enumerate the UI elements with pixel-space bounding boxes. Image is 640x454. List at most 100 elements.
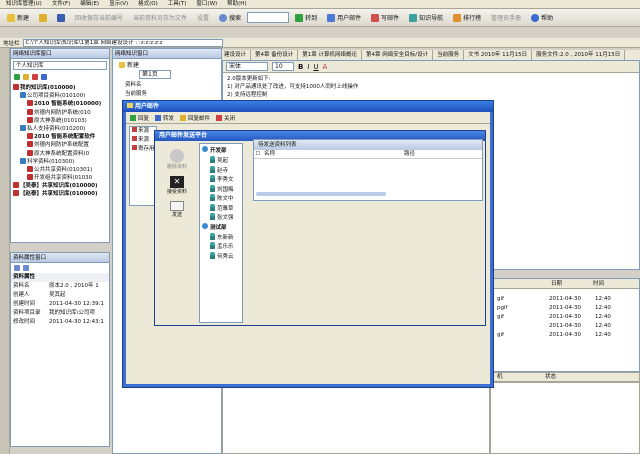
open-button[interactable] <box>35 11 51 24</box>
menu-item[interactable]: 帮助(H) <box>227 0 246 9</box>
tree-node[interactable]: 2010 智能系统配置软件 <box>13 133 109 141</box>
mail-folder-label: 寄存用 <box>138 146 155 152</box>
document-tab[interactable]: 当前服务 <box>433 50 465 60</box>
person-node[interactable]: 李秀文 <box>202 175 242 185</box>
tree-node[interactable]: 原大神系统配置资料(0 <box>13 149 109 158</box>
tree-node[interactable]: 【吴泰】共享知识库(010000) <box>13 182 109 190</box>
dialog-tool-button[interactable]: 转发 <box>155 114 174 122</box>
delete-data-button[interactable]: 删除资料 <box>157 149 197 170</box>
name-column[interactable]: 名称 <box>262 150 402 158</box>
document-tab[interactable]: 第1章 计算机网络概论 <box>298 50 363 60</box>
send-button[interactable]: 发送 <box>157 201 197 218</box>
menu-item[interactable]: 显示(V) <box>109 0 128 9</box>
tool-icon <box>180 114 187 121</box>
person-node[interactable]: 何秀云 <box>202 251 242 262</box>
time-column[interactable]: 时间 <box>583 279 623 288</box>
attach-row[interactable]: pgif 2011-04-30 12:40 <box>491 304 639 313</box>
search-button[interactable]: 搜索 <box>215 11 245 24</box>
knowledge-item[interactable]: 当前服务 <box>125 90 221 99</box>
font-select[interactable]: 宋体 <box>226 62 268 71</box>
recipient-tree: 开发部 吴起 赵寺 李秀文 刘国梅 陈文中 范雅草 张文强 测试部 东新新 孟乐乐 何秀云 <box>199 143 243 323</box>
tree-node[interactable]: 刘德内网防护系统(010 <box>13 108 109 117</box>
document-tab[interactable]: 第4章 网络安全目标/设计 <box>362 50 434 60</box>
attach-row[interactable]: gif 2011-04-30 12:40 <box>491 313 639 322</box>
group-node[interactable]: 测试部 <box>202 222 242 233</box>
document-tab[interactable]: 第4章 备份设计 <box>251 50 299 60</box>
write-mail-button[interactable]: 写邮件 <box>367 11 403 24</box>
tree-node[interactable]: 2010 智能系统(010000) <box>13 100 109 108</box>
list-icon[interactable] <box>23 265 29 271</box>
menu-item[interactable]: 工具(T) <box>168 0 187 9</box>
bold-button[interactable]: B <box>298 63 303 71</box>
mail-folder[interactable]: 来源 <box>130 127 156 136</box>
refresh-icon[interactable] <box>41 74 47 80</box>
person-node[interactable]: 赵寺 <box>202 165 242 176</box>
menu-item[interactable]: 窗口(W) <box>196 0 217 9</box>
settings-button[interactable]: 设置 <box>193 11 213 24</box>
menu-item[interactable]: 编辑(E) <box>80 0 99 9</box>
help-button[interactable]: 帮助 <box>527 11 557 24</box>
tree-node[interactable]: 我的知识库(010000) <box>13 84 109 92</box>
tree-node[interactable]: 开发组共享资料(01030 <box>13 174 109 182</box>
knowledge-nav-button[interactable]: 知识导航 <box>405 11 447 24</box>
library-combo[interactable]: 个人知识库 <box>13 61 107 70</box>
tree-node[interactable]: 公共共享资料(010301) <box>13 165 109 174</box>
dialog-tool-button[interactable]: 关闭 <box>216 114 235 122</box>
new-button[interactable]: 新建 <box>3 11 33 24</box>
document-tab[interactable]: 建设设计 <box>220 50 252 60</box>
edit-icon[interactable] <box>23 74 29 80</box>
receive-data-button[interactable]: ✕ 接受资料 <box>157 176 197 195</box>
person-node[interactable]: 东新新 <box>202 232 242 243</box>
person-node[interactable]: 吴起 <box>202 156 242 166</box>
user-mail-button[interactable]: 用户邮件 <box>323 11 365 24</box>
person-node[interactable]: 刘国梅 <box>202 184 242 195</box>
goto-button[interactable]: 转到 <box>291 11 321 24</box>
tree-node[interactable]: 【赵泰】共享知识库(010000) <box>13 190 109 198</box>
save-as-button[interactable]: 当前资料另存为文件 <box>129 11 191 24</box>
search-input[interactable] <box>247 12 290 23</box>
menu-item[interactable]: 格式(O) <box>138 0 158 9</box>
tree-node[interactable]: 私人支持资料(010200) <box>13 124 109 133</box>
attach-row[interactable]: gif 2011-04-30 12:40 <box>491 331 639 340</box>
person-node[interactable]: 张文强 <box>202 213 242 223</box>
manual-button[interactable]: 管理员手册 <box>487 11 525 24</box>
person-node[interactable]: 孟乐乐 <box>202 242 242 252</box>
menu-item[interactable]: 文件(F) <box>52 0 70 9</box>
path-column[interactable]: 路径 <box>402 150 415 158</box>
checkbox-column[interactable]: ☐ <box>254 150 262 158</box>
size-select[interactable]: 10 <box>272 62 294 71</box>
mail-folder[interactable]: 寄存用 <box>130 145 156 154</box>
attach-header: 日期 时间 <box>491 279 639 289</box>
document-tab[interactable]: 服务文件:2.0 , 2010年 11月15日 <box>532 50 626 60</box>
attach-row[interactable]: 2011-04-30 12:40 <box>491 322 639 331</box>
knowledge-item[interactable]: 资料名 <box>125 81 221 90</box>
mid-new-button[interactable]: 新建 <box>115 58 143 71</box>
dialog-tool-button[interactable]: 回复邮件 <box>180 114 210 122</box>
date-column[interactable]: 日期 <box>541 279 583 288</box>
tree-node[interactable]: 科学资料(010300) <box>13 157 109 166</box>
rank-button[interactable]: 排行榜 <box>449 11 485 24</box>
delete-icon[interactable] <box>32 74 38 80</box>
document-tab[interactable]: 文书 2010年 11月15日 <box>464 50 533 60</box>
group-node[interactable]: 开发部 <box>202 146 242 156</box>
horizontal-scrollbar[interactable] <box>256 192 386 196</box>
tree-node[interactable]: 原大神系统(010103) <box>13 116 109 125</box>
attach-row[interactable]: gif 2011-04-30 12:40 <box>491 295 639 304</box>
sort-icon[interactable] <box>14 265 20 271</box>
color-button[interactable]: A <box>323 63 328 71</box>
save-button[interactable] <box>53 11 69 24</box>
address-input[interactable]: C:\个人知识库\知识库\1第1章 网络建设设计 : :z:z:z:z:z <box>22 38 223 47</box>
add-icon[interactable] <box>14 74 20 80</box>
tree-node[interactable]: 刘德内网防护系统配置 <box>13 141 109 149</box>
menu-item[interactable]: 知识库管理(U) <box>6 0 42 9</box>
italic-button[interactable]: I <box>307 63 309 71</box>
tree-node[interactable]: 公司项目资料(010100) <box>13 92 109 100</box>
dialog-tool-button[interactable]: 回复 <box>130 114 149 122</box>
save-number-button[interactable]: 回收保存当前编号 <box>71 11 127 24</box>
underline-button[interactable]: U <box>313 63 318 71</box>
person-node[interactable]: 范雅草 <box>202 203 242 214</box>
person-node[interactable]: 陈文中 <box>202 194 242 204</box>
editor-content[interactable]: 2.0版本更新如下: 1) 对产品通讯处了改进，可支持1000人同时上线操作 2) … <box>223 73 639 101</box>
mail-folder[interactable]: 来源 <box>130 136 156 145</box>
page-selector[interactable]: 第1页 <box>139 70 171 79</box>
